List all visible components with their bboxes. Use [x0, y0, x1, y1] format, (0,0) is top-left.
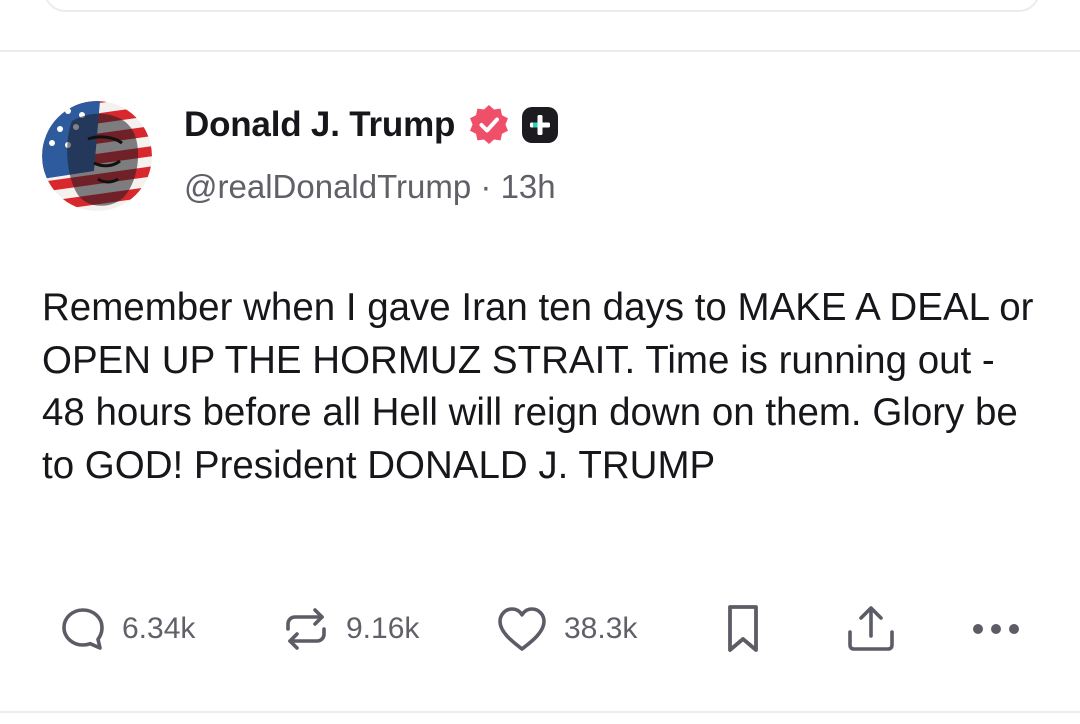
share-icon	[848, 606, 894, 651]
reply-count: 6.34k	[122, 612, 196, 645]
reply-button[interactable]: 6.34k	[58, 596, 195, 662]
bookmark-button[interactable]	[720, 596, 766, 662]
avatar[interactable]	[42, 101, 152, 211]
more-icon	[973, 624, 1019, 634]
post-timestamp[interactable]: 13h	[501, 168, 556, 205]
bookmark-icon	[728, 605, 758, 652]
post-actions: 6.34k 9.16k 38.3k	[0, 596, 1080, 662]
repost-icon	[286, 608, 326, 650]
author-handle[interactable]: @realDonaldTrump	[184, 168, 471, 205]
verified-badge-icon	[470, 105, 509, 144]
like-button[interactable]: 38.3k	[494, 596, 637, 662]
reply-icon	[62, 608, 104, 650]
repost-button[interactable]: 9.16k	[280, 596, 419, 662]
post-text: Remember when I gave Iran ten days to MA…	[42, 286, 1034, 487]
author-row: Donald J. Trump	[184, 101, 559, 149]
heart-icon	[498, 607, 546, 651]
plus-badge-icon	[522, 107, 559, 143]
divider	[0, 711, 1080, 713]
previous-post-card	[44, 0, 1040, 12]
share-button[interactable]	[844, 596, 898, 662]
author-display-name[interactable]: Donald J. Trump	[184, 105, 455, 145]
like-count: 38.3k	[564, 612, 638, 645]
post-page: Donald J. Trump @realDonaldTrump · 13h R…	[0, 0, 1080, 724]
avatar-image	[42, 101, 152, 211]
divider	[0, 50, 1080, 52]
meta-separator: ·	[480, 168, 492, 205]
repost-count: 9.16k	[346, 612, 420, 645]
more-button[interactable]	[966, 596, 1026, 662]
author-meta: @realDonaldTrump · 13h	[184, 168, 556, 206]
